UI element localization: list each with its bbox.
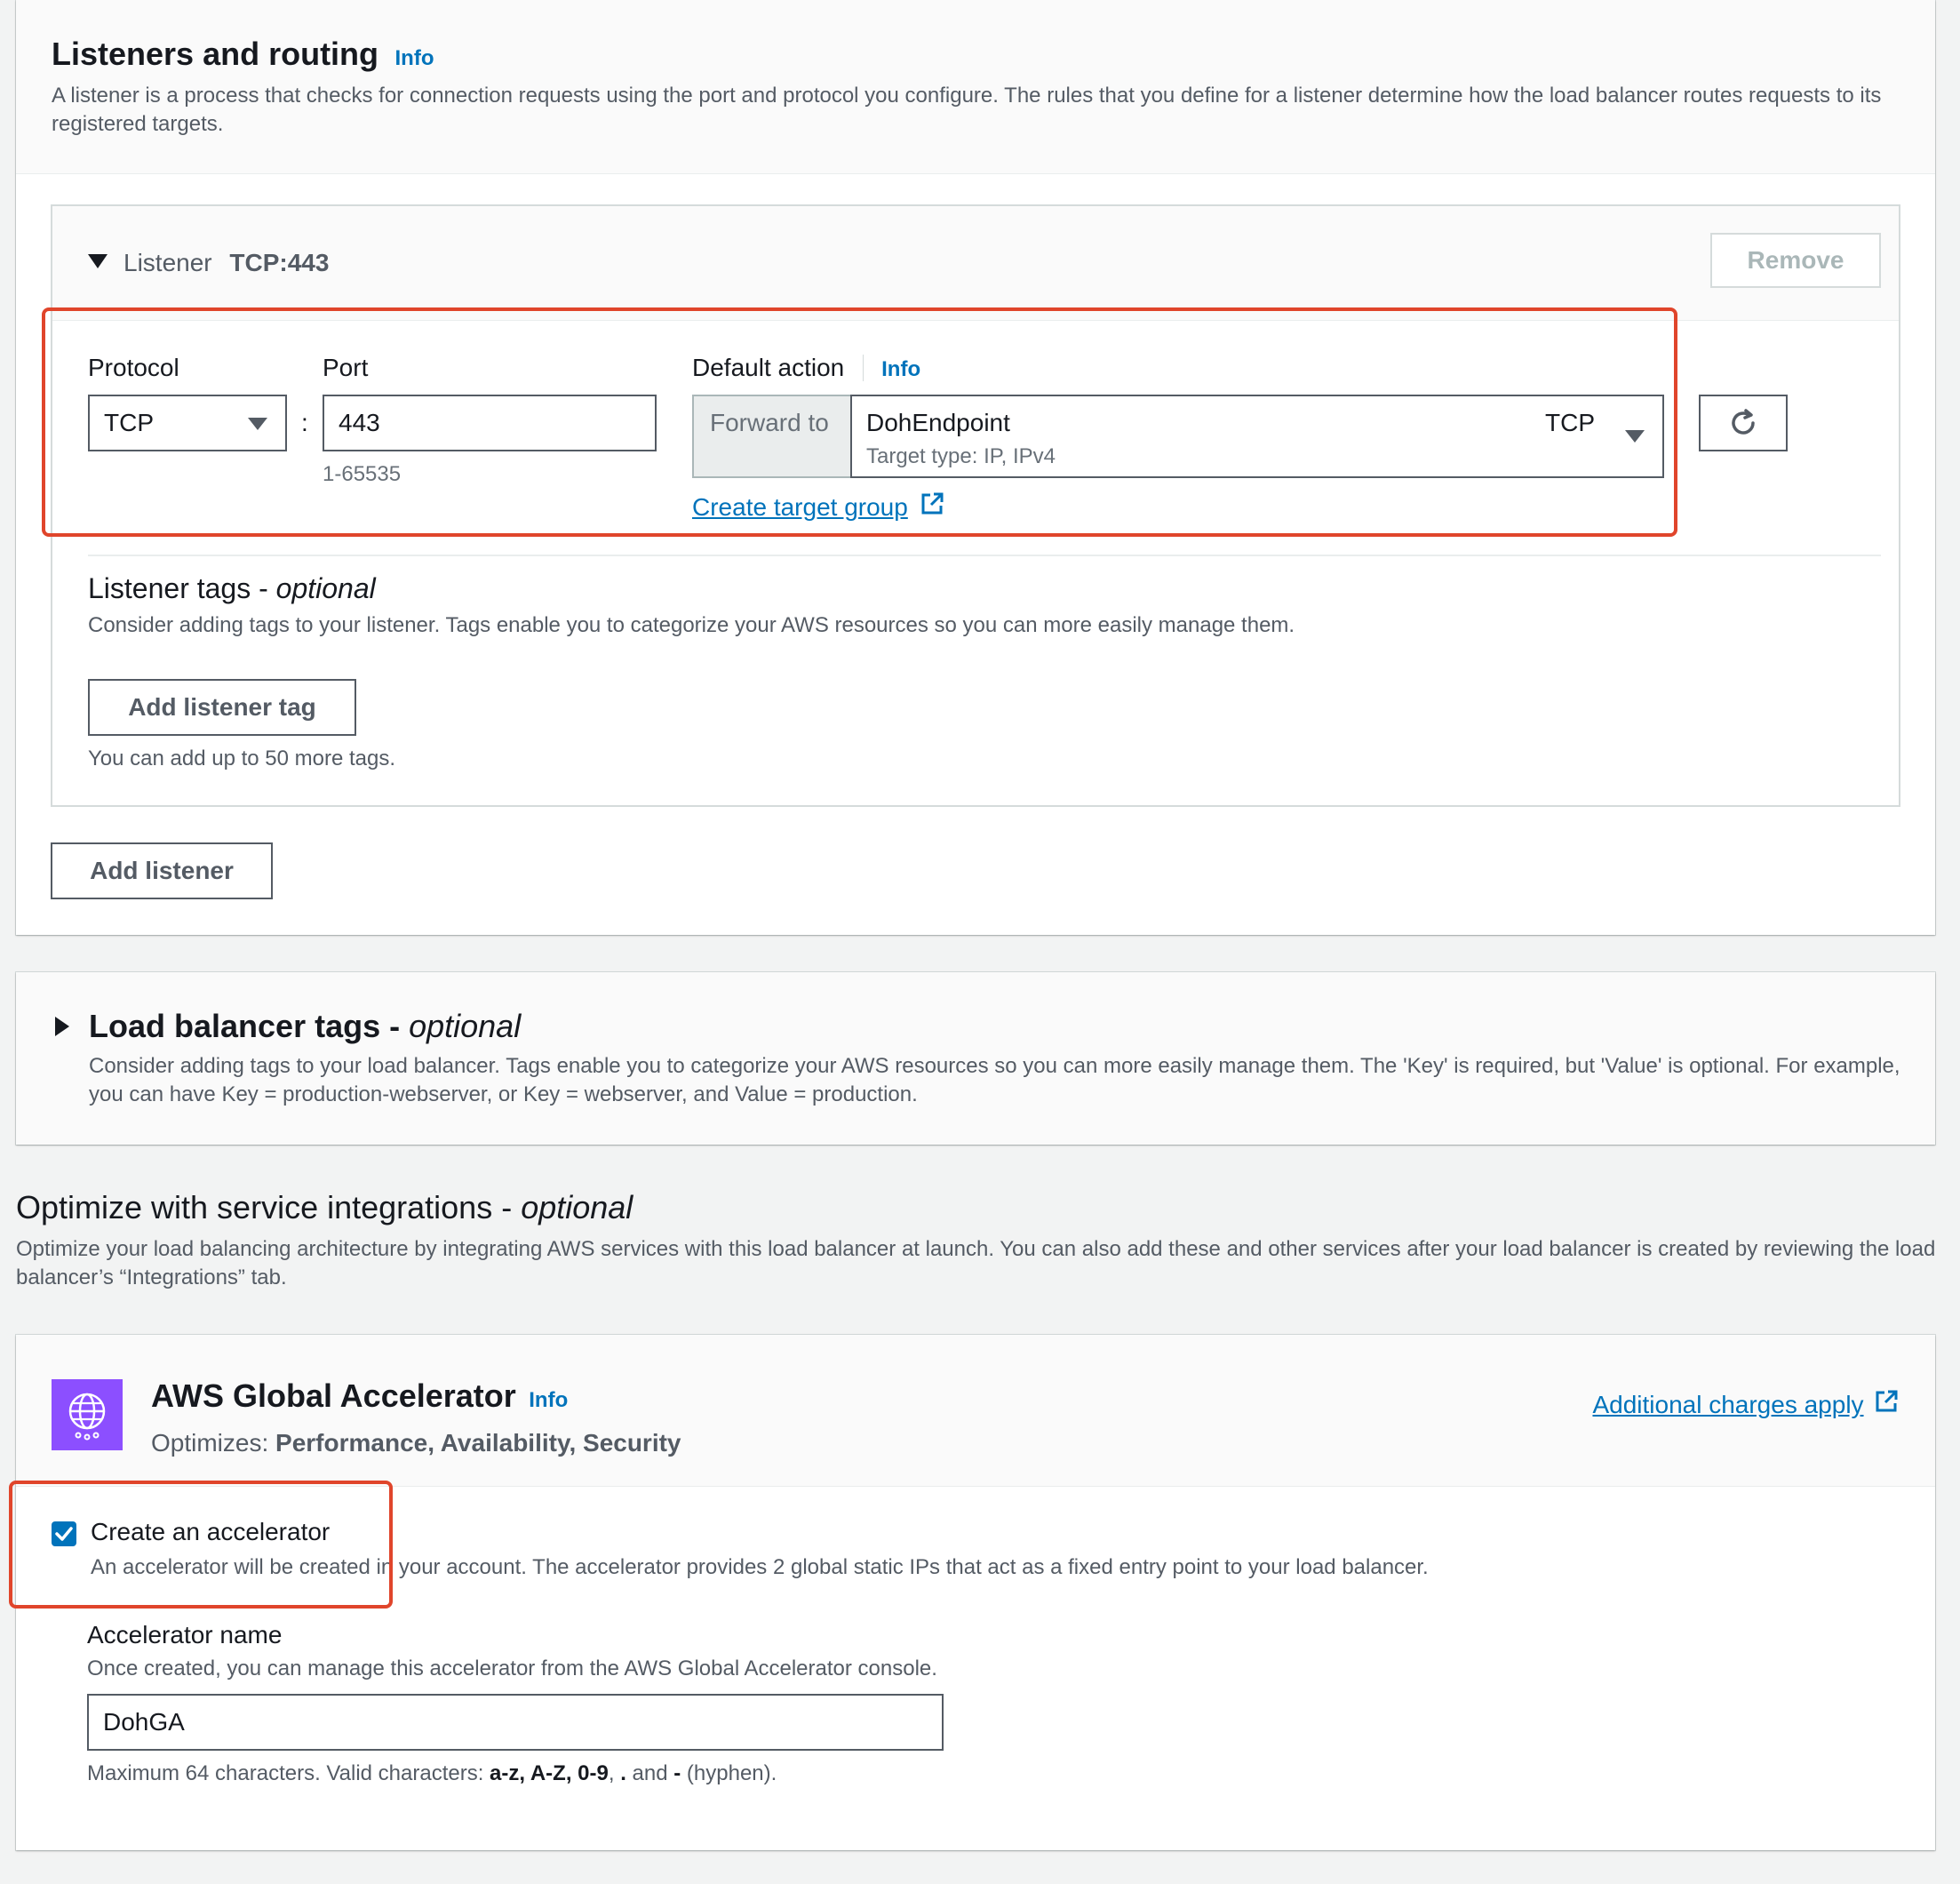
listener-heading-value: TCP:443 xyxy=(229,249,330,276)
add-listener-button[interactable]: Add listener xyxy=(51,842,273,899)
constraint-dot: . xyxy=(620,1761,626,1785)
integrations-description: Optimize your load balancing architectur… xyxy=(16,1237,1936,1289)
global-accelerator-logo xyxy=(52,1379,123,1450)
listeners-title-row: Listeners and routing Info xyxy=(52,36,434,73)
globe-icon xyxy=(68,1393,106,1441)
optimizes-label: Optimizes: xyxy=(151,1429,269,1457)
listeners-info-link[interactable]: Info xyxy=(395,46,434,70)
optimizes-value: Performance, Availability, Security xyxy=(275,1429,681,1457)
listener-divider xyxy=(88,555,1881,556)
lb-tags-optional: optional xyxy=(409,1008,522,1044)
constraint-suffix: (hyphen). xyxy=(681,1761,777,1785)
constraint-chars: a-z, A-Z, 0-9 xyxy=(490,1761,609,1785)
accelerator-name-input[interactable]: DohGA xyxy=(87,1694,944,1751)
listener-header xyxy=(52,206,1899,321)
integrations-title: Optimize with service integrations - opt… xyxy=(16,1189,633,1226)
lb-tags-expand-icon[interactable] xyxy=(55,1017,69,1036)
external-link-icon xyxy=(1876,1390,1898,1412)
listener-tags-title-text: Listener tags - xyxy=(88,572,276,604)
global-accelerator-title: AWS Global Accelerator xyxy=(151,1377,516,1414)
listener-tags-optional: optional xyxy=(275,572,376,604)
listener-heading[interactable]: Listener TCP:443 xyxy=(123,249,329,277)
listener-expand-icon[interactable] xyxy=(88,254,108,268)
additional-charges-link[interactable]: Additional charges apply xyxy=(1592,1388,1900,1419)
accelerator-name-description: Once created, you can manage this accele… xyxy=(87,1656,937,1680)
listener-heading-label: Listener xyxy=(123,249,212,276)
integrations-title-text: Optimize with service integrations - xyxy=(16,1189,522,1225)
additional-charges-label: Additional charges apply xyxy=(1592,1391,1864,1418)
refresh-target-groups-button[interactable] xyxy=(1699,395,1788,451)
lb-tags-title[interactable]: Load balancer tags - optional xyxy=(89,1008,521,1045)
constraint-and: and xyxy=(625,1761,674,1785)
listeners-title: Listeners and routing xyxy=(52,36,379,72)
remove-listener-button[interactable]: Remove xyxy=(1710,233,1881,288)
listener-tags-description: Consider adding tags to your listener. T… xyxy=(88,613,1295,637)
refresh-icon xyxy=(1732,409,1755,435)
lb-tags-title-text: Load balancer tags - xyxy=(89,1008,410,1044)
listener-tag-limit-hint: You can add up to 50 more tags. xyxy=(88,746,396,770)
accelerator-name-value: DohGA xyxy=(103,1708,185,1736)
lb-tags-panel: Load balancer tags - optional Consider a… xyxy=(16,972,1935,1145)
global-accelerator-optimizes: Optimizes: Performance, Availability, Se… xyxy=(151,1429,681,1457)
add-listener-tag-button[interactable]: Add listener tag xyxy=(88,679,356,736)
listeners-description: A listener is a process that checks for … xyxy=(52,84,1882,136)
accelerator-name-constraint: Maximum 64 characters. Valid characters:… xyxy=(87,1760,777,1788)
global-accelerator-title-row: AWS Global Accelerator Info xyxy=(151,1377,568,1415)
constraint-prefix: Maximum 64 characters. Valid characters: xyxy=(87,1761,490,1785)
global-accelerator-info-link[interactable]: Info xyxy=(529,1388,568,1412)
integrations-optional: optional xyxy=(521,1189,633,1225)
lb-tags-description: Consider adding tags to your load balanc… xyxy=(89,1054,1900,1106)
create-accelerator-highlight xyxy=(9,1481,393,1609)
listener-tags-title: Listener tags - optional xyxy=(88,572,376,605)
listener-config-highlight xyxy=(42,307,1677,537)
accelerator-name-label: Accelerator name xyxy=(87,1621,283,1648)
constraint-sep: , xyxy=(608,1761,621,1785)
